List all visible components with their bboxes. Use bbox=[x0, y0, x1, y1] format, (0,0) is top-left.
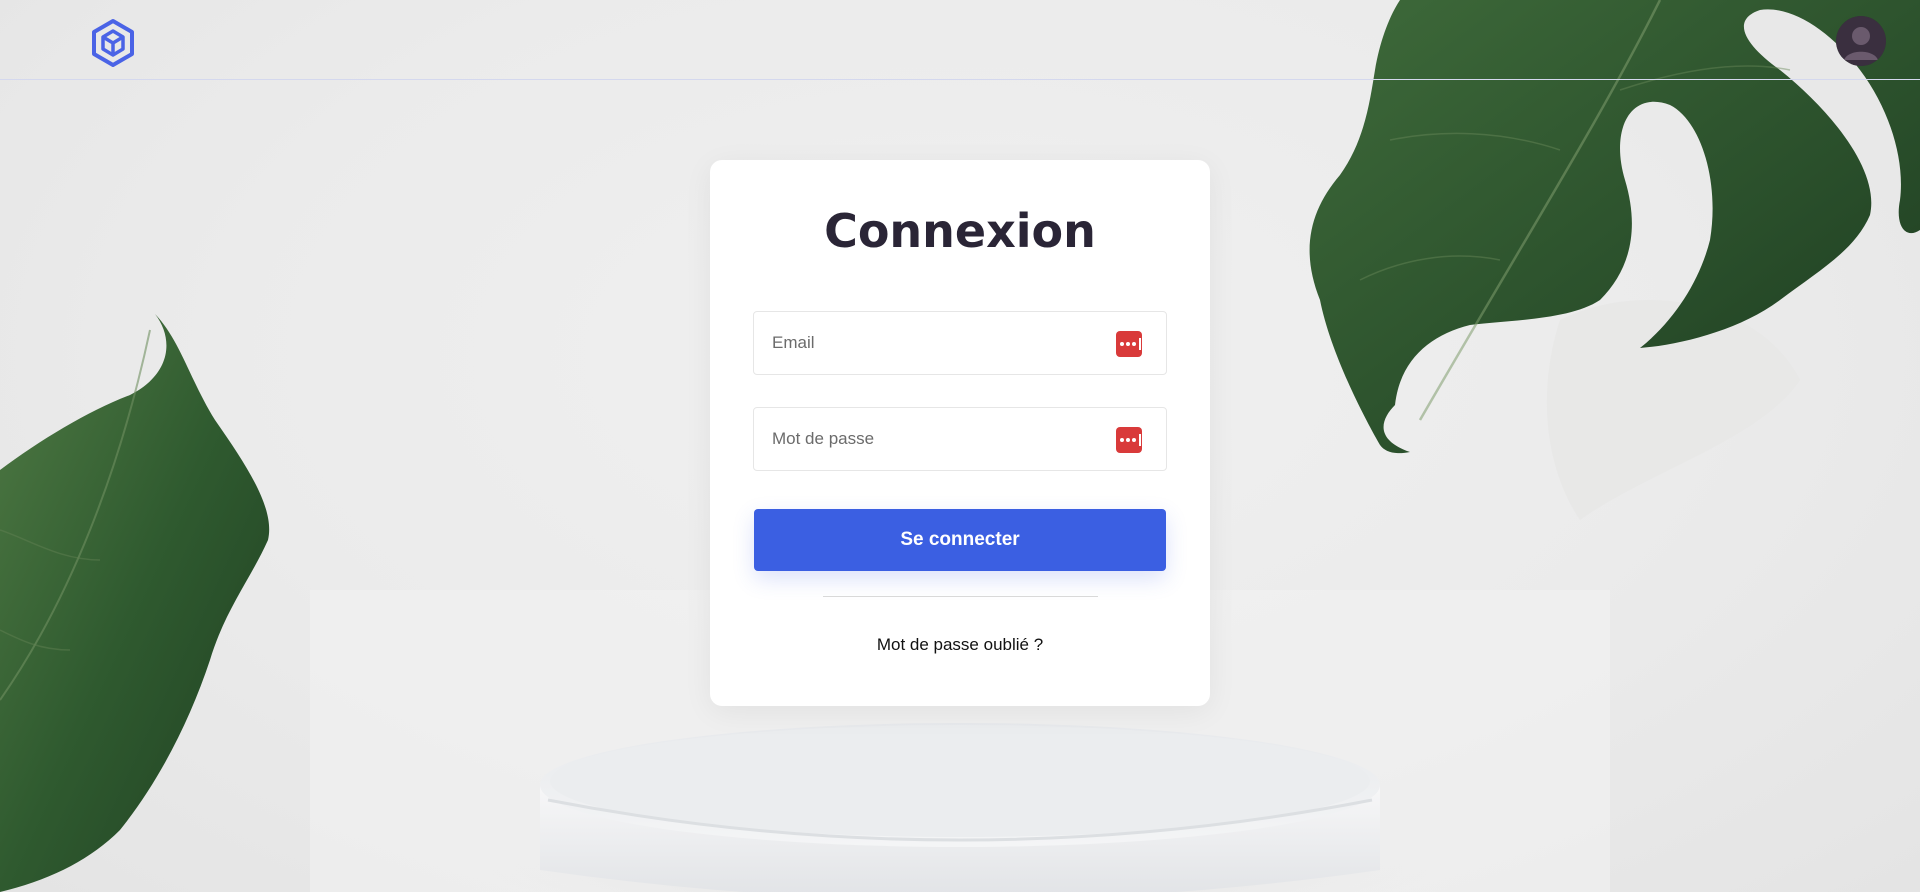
email-field-container bbox=[753, 311, 1167, 375]
user-avatar-icon[interactable] bbox=[1836, 16, 1886, 66]
password-field-container bbox=[753, 407, 1167, 471]
login-button[interactable]: Se connecter bbox=[754, 509, 1166, 571]
password-manager-icon[interactable] bbox=[1116, 331, 1142, 357]
divider bbox=[823, 596, 1098, 597]
login-title: Connexion bbox=[824, 204, 1096, 258]
password-input[interactable] bbox=[754, 408, 1166, 470]
login-card: Connexion Se connecter Mot de passe oubl… bbox=[710, 160, 1210, 706]
email-input[interactable] bbox=[754, 312, 1166, 374]
hexagon-cube-logo-icon[interactable] bbox=[90, 18, 136, 68]
top-navigation-bar bbox=[0, 0, 1920, 80]
forgot-password-link[interactable]: Mot de passe oublié ? bbox=[710, 635, 1210, 655]
password-manager-icon[interactable] bbox=[1116, 427, 1142, 453]
